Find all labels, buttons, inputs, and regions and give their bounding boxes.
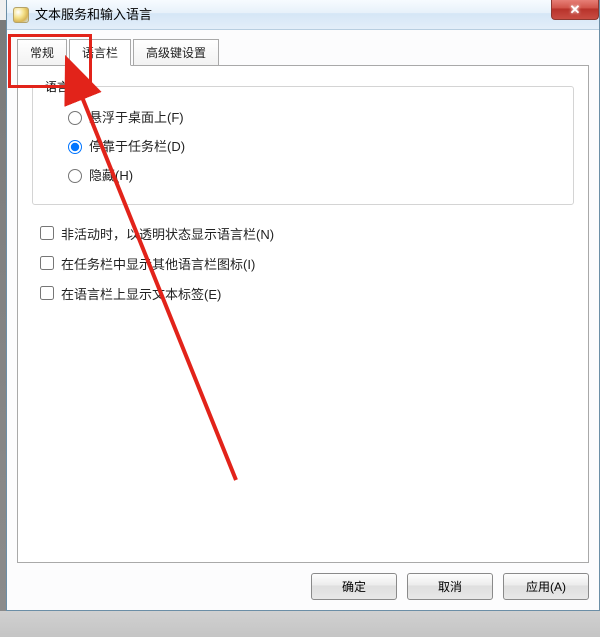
tab-panel: 语言栏 悬浮于桌面上(F) 停靠于任务栏(D) 隐藏(H) 非活动时，以透明状态… — [17, 65, 589, 563]
radio-float[interactable] — [68, 111, 82, 125]
check-textlabels-row[interactable]: 在语言栏上显示文本标签(E) — [36, 283, 574, 303]
check-showicons[interactable] — [40, 256, 54, 270]
radio-float-label: 悬浮于桌面上(F) — [89, 107, 184, 126]
radio-dock-label: 停靠于任务栏(D) — [89, 136, 185, 155]
app-icon — [13, 7, 29, 23]
window-title: 文本服务和输入语言 — [35, 7, 152, 23]
titlebar[interactable]: 文本服务和输入语言 ✕ — [7, 0, 599, 30]
tab-language-bar[interactable]: 语言栏 — [69, 39, 131, 66]
dialog-content: 常规 语言栏 高级键设置 语言栏 悬浮于桌面上(F) 停靠于任务栏(D) 隐藏(… — [7, 30, 599, 610]
language-bar-group: 语言栏 悬浮于桌面上(F) 停靠于任务栏(D) 隐藏(H) — [32, 86, 574, 205]
check-showicons-row[interactable]: 在任务栏中显示其他语言栏图标(I) — [36, 253, 574, 273]
ok-button[interactable]: 确定 — [311, 573, 397, 600]
dialog-window: 文本服务和输入语言 ✕ 常规 语言栏 高级键设置 语言栏 悬浮于桌面上(F) 停… — [6, 0, 600, 611]
radio-float-row[interactable]: 悬浮于桌面上(F) — [63, 107, 561, 126]
group-legend: 语言栏 — [41, 78, 85, 95]
button-row: 确定 取消 应用(A) — [17, 563, 589, 600]
radio-dock[interactable] — [68, 140, 82, 154]
check-textlabels[interactable] — [40, 286, 54, 300]
check-textlabels-label: 在语言栏上显示文本标签(E) — [61, 284, 221, 303]
tab-advanced[interactable]: 高级键设置 — [133, 39, 219, 66]
close-button[interactable]: ✕ — [551, 0, 599, 20]
close-icon: ✕ — [570, 2, 581, 18]
check-transparent[interactable] — [40, 226, 54, 240]
radio-hide-label: 隐藏(H) — [89, 165, 133, 184]
radio-hide-row[interactable]: 隐藏(H) — [63, 165, 561, 184]
check-transparent-row[interactable]: 非活动时，以透明状态显示语言栏(N) — [36, 223, 574, 243]
check-transparent-label: 非活动时，以透明状态显示语言栏(N) — [61, 224, 274, 243]
check-showicons-label: 在任务栏中显示其他语言栏图标(I) — [61, 254, 255, 273]
cancel-button[interactable]: 取消 — [407, 573, 493, 600]
tabbar: 常规 语言栏 高级键设置 — [17, 39, 589, 66]
radio-hide[interactable] — [68, 169, 82, 183]
apply-button[interactable]: 应用(A) — [503, 573, 589, 600]
tab-general[interactable]: 常规 — [17, 39, 67, 66]
radio-dock-row[interactable]: 停靠于任务栏(D) — [63, 136, 561, 155]
